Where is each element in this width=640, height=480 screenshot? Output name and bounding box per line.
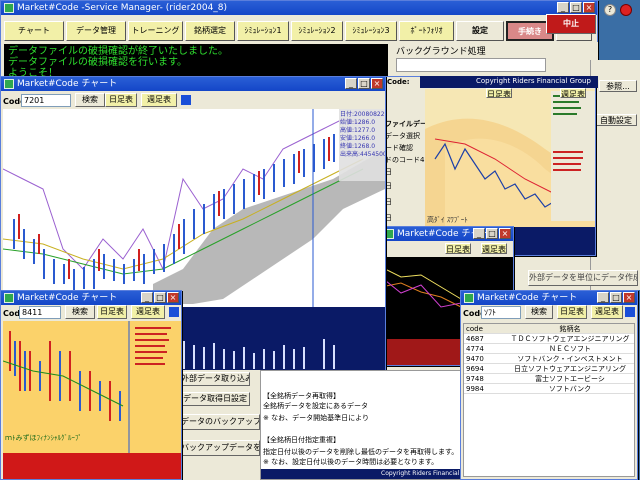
chart-mid-titlebar[interactable]: Market#Code チャート _ □ × (381, 227, 513, 241)
maximize-icon[interactable]: □ (610, 292, 622, 303)
code-input[interactable]: 8411 (19, 306, 61, 319)
minimize-icon[interactable]: _ (141, 292, 153, 303)
minimize-icon[interactable]: _ (597, 292, 609, 303)
close-icon[interactable]: × (499, 228, 511, 239)
code-input[interactable]: ｿﾌﾄ (481, 306, 521, 319)
close-icon[interactable]: × (371, 78, 383, 89)
minimize-icon[interactable]: _ (473, 228, 485, 239)
square-button[interactable] (625, 307, 635, 317)
nav-chart-button[interactable]: チャート (4, 21, 64, 41)
daily-button[interactable]: 日足表 (97, 305, 127, 319)
square-button[interactable] (169, 307, 179, 317)
menu-item[interactable]: データ選択 (385, 131, 420, 141)
app-icon (4, 3, 14, 13)
progress-track (396, 58, 546, 72)
menu-item[interactable]: 日 (385, 213, 392, 223)
search-button[interactable]: 検索 (525, 305, 553, 319)
maximize-icon[interactable]: □ (358, 78, 370, 89)
background-process-title: バックグラウンド処理 (396, 47, 486, 57)
small-volume-panel (3, 453, 181, 479)
menu-item[interactable]: 日 (385, 197, 392, 207)
maximize-icon[interactable]: □ (570, 2, 582, 13)
minimize-icon[interactable]: _ (345, 78, 357, 89)
menu-item[interactable]: ード確認 (385, 143, 413, 153)
menu-item[interactable]: ドのコード4 (385, 155, 424, 165)
data-management-panel: 外部データ取り込み データ取得日設定 データのバックアップ バックアップデータを… (176, 370, 480, 480)
nav-training-button[interactable]: トレーニング (128, 21, 183, 41)
nav-sim3-button[interactable]: ｼﾐｭﾚｰｼｮﾝ3 (345, 21, 397, 41)
chart-back-bottom-label: 高ﾀﾞｲ ｽﾜﾌﾞｰﾄ (427, 216, 468, 224)
chart-back-info (551, 91, 595, 221)
service-manager-titlebar[interactable]: Market#Code -Service Manager- (rider2004… (1, 1, 597, 15)
log-panel: データファイルの破損確認が終了いたしました。 データファイルの破損確認を行います… (4, 44, 388, 79)
data-help-text: 【全銘柄データ再取得】 全銘柄データを設定にあるデータ ※ なお、データ開始基準… (260, 370, 480, 480)
chart-small-legend: ｍﾄみずほﾌｨﾅﾝｼｬﾙｸﾞﾙｰﾌﾟ (5, 434, 82, 442)
close-icon[interactable]: × (583, 2, 595, 13)
code-label: Code: (387, 78, 410, 86)
log-line: データファイルの破損確認が終了いたしました。 (8, 46, 228, 57)
weekly-button[interactable]: 週足表 (131, 305, 165, 319)
browse-button[interactable]: 参照... (599, 80, 637, 92)
search-titlebar[interactable]: Market#Code チャート _ □ × (461, 291, 637, 305)
help-circle-icon[interactable]: ? (604, 4, 616, 16)
table-row[interactable]: 9748 富士ソフトエービーシ (464, 374, 634, 384)
search-button[interactable]: 検索 (75, 93, 105, 107)
window-title: Market#Code -Service Manager- (rider2004… (17, 3, 228, 13)
info-volume: 出来高:4454500 (340, 151, 386, 158)
copyright-label: Copyright Riders Financial Group (476, 77, 591, 85)
table-row[interactable]: 9694 日立ソフトウェアエンジニアリング (464, 364, 634, 374)
table-row[interactable]: 9470 ソフトバンク・インベストメント (464, 354, 634, 364)
close-icon[interactable]: × (167, 292, 179, 303)
result-table: code 銘柄名 4687 ＴＤＣソフトウェアエンジニアリング 4774 ＮＥＣ… (463, 323, 635, 477)
menu-item[interactable]: 日 (385, 181, 392, 191)
chart-window-small: Market#Code チャート _ □ × Code: 8411 検索 日足表… (0, 290, 182, 480)
price-info-box: 日付:20080822 始値:1286.0 高値:1277.0 安値:1266.… (339, 109, 385, 181)
right-settings-panel: 参照... 自動設定 (590, 60, 640, 290)
table-row[interactable]: 9984 ソフトバンク (464, 384, 634, 394)
stock-search-window: Market#Code チャート _ □ × Code: ｿﾌﾄ 検索 日足表 … (460, 290, 638, 480)
nav-selection-button[interactable]: 銘柄選定 (185, 21, 235, 41)
nav-sim2-button[interactable]: ｼﾐｭﾚｰｼｮﾝ2 (291, 21, 343, 41)
chart-small-titlebar[interactable]: Market#Code チャート _ □ × (1, 291, 181, 305)
table-header: code 銘柄名 (464, 324, 634, 334)
search-button[interactable]: 検索 (65, 305, 95, 319)
minimize-icon[interactable]: _ (557, 2, 569, 13)
daily-button[interactable]: 日足表 (445, 243, 471, 254)
weekly-button[interactable]: 週足表 (481, 243, 507, 254)
weekly-button[interactable]: 週足表 (141, 93, 177, 107)
daily-button[interactable]: 日足表 (105, 93, 137, 107)
external-data-button[interactable]: 外部データを単位にデータ作成 (528, 270, 638, 286)
auto-setting-button[interactable]: 自動設定 (595, 114, 637, 126)
copyright-strip: Copyright Riders Financial Group (420, 76, 598, 88)
table-row[interactable]: 4687 ＴＤＣソフトウェアエンジニアリング (464, 334, 634, 344)
close-icon[interactable]: × (623, 292, 635, 303)
data-backup-button[interactable]: データのバックアップ (180, 414, 260, 430)
daily-button-back[interactable]: 日足表 (486, 88, 512, 98)
weekly-button[interactable]: 週足表 (591, 305, 623, 319)
weekly-button-back[interactable]: 週足表 (560, 88, 586, 98)
chart-main-titlebar[interactable]: Market#Code チャート _ □ × (1, 77, 385, 91)
import-external-data-button[interactable]: 外部データ取り込み (180, 372, 250, 386)
table-row[interactable]: 4774 ＮＥＣソフト (464, 344, 634, 354)
maximize-icon[interactable]: □ (486, 228, 498, 239)
nav-data-button[interactable]: データ管理 (66, 21, 126, 41)
chart-back-info-svg (553, 95, 583, 171)
record-icon[interactable] (620, 4, 632, 16)
menu-item[interactable]: 日 (385, 167, 392, 177)
code-input[interactable]: 7201 (21, 94, 71, 107)
square-button[interactable] (181, 95, 191, 105)
chart-small-canvas: ｍﾄみずほﾌｨﾅﾝｼｬﾙｸﾞﾙｰﾌﾟ (2, 321, 181, 479)
restore-backup-button[interactable]: バックアップデータを戻す (180, 440, 260, 456)
nav-settings-button[interactable]: 設定 (456, 21, 504, 41)
daily-button[interactable]: 日足表 (557, 305, 587, 319)
chart-small-info (133, 323, 179, 383)
log-line: データファイルの破損確認を行います。 (8, 57, 187, 68)
nav-portfolio-button[interactable]: ﾎﾟｰﾄﾌｫﾘｵ (399, 21, 454, 41)
stop-button[interactable]: 中止 (546, 14, 596, 34)
maximize-icon[interactable]: □ (154, 292, 166, 303)
nav-sim1-button[interactable]: ｼﾐｭﾚｰｼｮﾝ1 (237, 21, 289, 41)
data-date-setting-button[interactable]: データ取得日設定 (180, 392, 250, 406)
